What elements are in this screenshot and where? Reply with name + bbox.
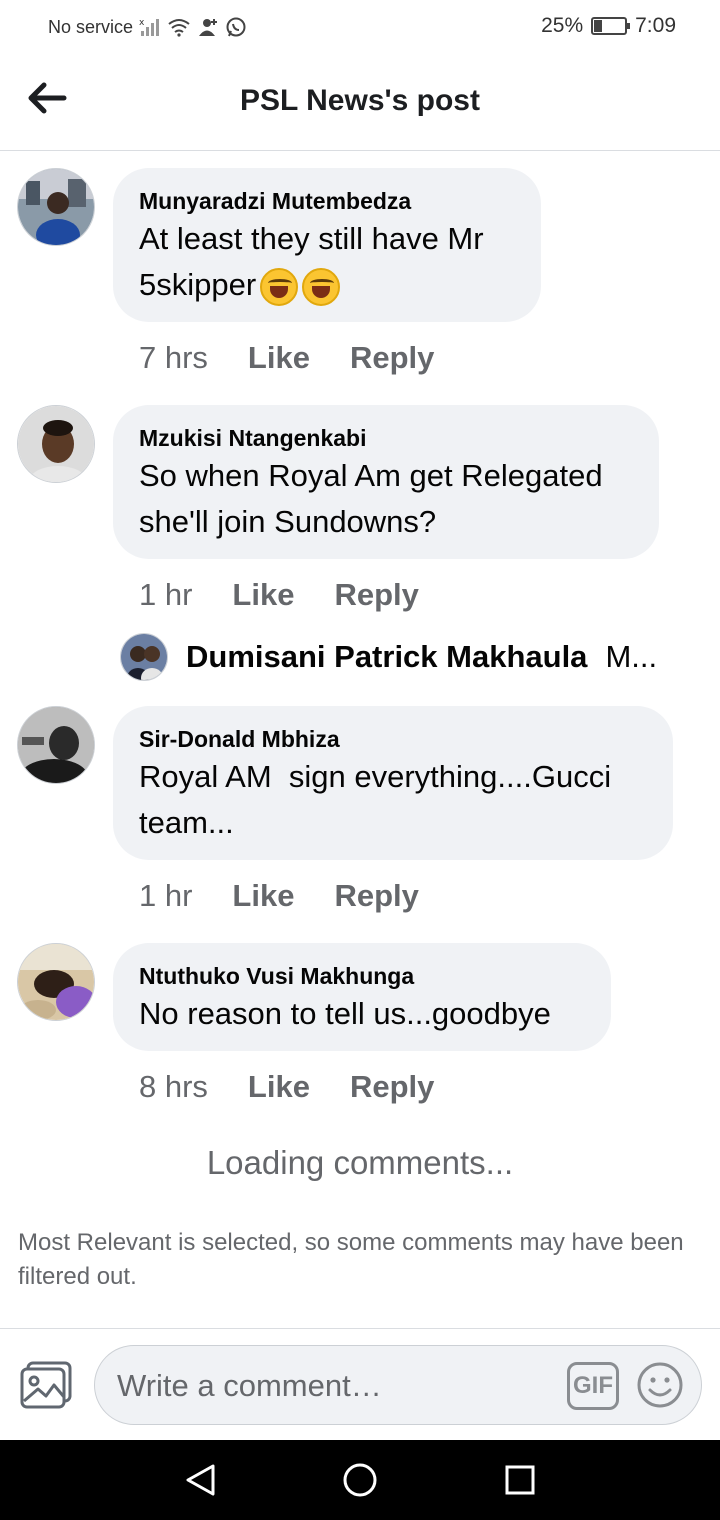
comment-bubble[interactable]: Sir-Donald Mbhiza Royal AM sign everythi…	[113, 706, 673, 860]
comment-actions: 1 hr Like Reply	[139, 878, 419, 914]
header: PSL News's post	[0, 56, 720, 151]
wifi-icon	[168, 19, 190, 37]
status-left: No service x	[48, 16, 247, 38]
whatsapp-icon	[226, 17, 246, 37]
face-with-tears-of-joy-icon	[260, 267, 299, 306]
comment-actions: 8 hrs Like Reply	[139, 1069, 434, 1105]
comment-actions: 1 hr Like Reply	[139, 577, 419, 613]
comment-author[interactable]: Ntuthuko Vusi Makhunga	[139, 961, 585, 991]
smiley-icon	[637, 1362, 683, 1408]
avatar[interactable]	[17, 706, 95, 784]
avatar[interactable]	[17, 168, 95, 246]
reply-button[interactable]: Reply	[334, 878, 418, 914]
svg-text:x: x	[139, 18, 145, 28]
comment-text: Royal AM sign everything....Gucci team..…	[139, 754, 647, 846]
comment-time: 8 hrs	[139, 1069, 208, 1104]
avatar-photo	[18, 169, 94, 245]
comment-input[interactable]	[117, 1366, 547, 1406]
comment-author[interactable]: Sir-Donald Mbhiza	[139, 724, 647, 754]
comment-text-line: At least they still have Mr	[139, 221, 484, 256]
comment-composer: GIF	[0, 1328, 720, 1440]
status-right: 25% 7:09	[541, 14, 676, 38]
reply-button[interactable]: Reply	[334, 577, 418, 613]
comment-author[interactable]: Mzukisi Ntangenkabi	[139, 423, 633, 453]
gif-button[interactable]: GIF	[567, 1362, 619, 1410]
nav-recents-button[interactable]	[504, 1464, 536, 1496]
comment-text-line: 5skipper	[139, 267, 257, 302]
like-button[interactable]: Like	[248, 340, 310, 376]
comment-text-line: No reason to tell us...goodbye	[139, 996, 551, 1031]
comment-time: 1 hr	[139, 878, 193, 913]
comment-text-line2-wrap: 5skipper	[139, 262, 515, 308]
signal-icon: x	[139, 18, 160, 36]
circle-home-icon	[343, 1463, 377, 1497]
comment-actions: 7 hrs Like Reply	[139, 340, 434, 376]
clock: 7:09	[635, 14, 676, 37]
comment-text: At least they still have Mr 5skipper	[139, 216, 515, 308]
comment-text-line: Royal AM sign everything....Gucci	[139, 759, 612, 794]
comment-bubble[interactable]: Munyaradzi Mutembedza At least they stil…	[113, 168, 541, 322]
triangle-back-icon	[186, 1464, 215, 1496]
emoji-button[interactable]	[635, 1360, 685, 1410]
face-with-tears-of-joy-icon	[302, 267, 341, 306]
avatar-photo	[18, 406, 94, 482]
reply-author: Dumisani Patrick Makhaula	[186, 639, 588, 674]
avatar[interactable]	[17, 943, 95, 1021]
comment-author[interactable]: Munyaradzi Mutembedza	[139, 186, 515, 216]
avatar-photo	[121, 634, 167, 680]
status-bar: No service x 25% 7:09	[0, 0, 720, 56]
like-button[interactable]: Like	[232, 878, 294, 914]
battery-icon	[591, 17, 631, 35]
battery-fill	[594, 20, 602, 32]
square-recents-icon	[505, 1465, 535, 1495]
comment-text-line: So when Royal Am get Relegated	[139, 458, 603, 493]
comment-text: So when Royal Am get Relegated she'll jo…	[139, 453, 633, 545]
reply-avatar	[120, 633, 168, 681]
like-button[interactable]: Like	[248, 1069, 310, 1105]
avatar[interactable]	[17, 405, 95, 483]
system-nav-bar	[0, 1440, 720, 1520]
filter-note: Most Relevant is selected, so some comme…	[18, 1229, 684, 1290]
reply-snippet: M...	[605, 639, 658, 674]
comment-bubble[interactable]: Mzukisi Ntangenkabi So when Royal Am get…	[113, 405, 659, 559]
comment-text-line: team...	[139, 805, 234, 840]
photo-button[interactable]	[20, 1361, 72, 1409]
reply-button[interactable]: Reply	[350, 340, 434, 376]
photo-icon	[20, 1361, 72, 1409]
comment-text-line: she'll join Sundowns?	[139, 504, 437, 539]
like-button[interactable]: Like	[232, 577, 294, 613]
comment-time: 7 hrs	[139, 340, 208, 375]
reply-preview[interactable]: Dumisani Patrick Makhaula M...	[120, 633, 657, 681]
avatar-photo	[18, 944, 94, 1020]
loading-comments: Loading comments...	[206, 1144, 514, 1181]
comment-text: No reason to tell us...goodbye	[139, 991, 585, 1037]
nav-back-button[interactable]	[183, 1462, 219, 1498]
usb-icon	[199, 19, 218, 36]
reply-button[interactable]: Reply	[350, 1069, 434, 1105]
avatar-photo	[18, 707, 94, 783]
carrier-text: No service	[48, 16, 134, 37]
comment-bubble[interactable]: Ntuthuko Vusi Makhunga No reason to tell…	[113, 943, 611, 1051]
comment-input-wrapper[interactable]: GIF	[94, 1345, 702, 1425]
battery-percent: 25%	[541, 14, 584, 37]
nav-home-button[interactable]	[342, 1462, 378, 1498]
page-title: PSL News's post	[240, 84, 480, 117]
comment-time: 1 hr	[139, 577, 193, 612]
